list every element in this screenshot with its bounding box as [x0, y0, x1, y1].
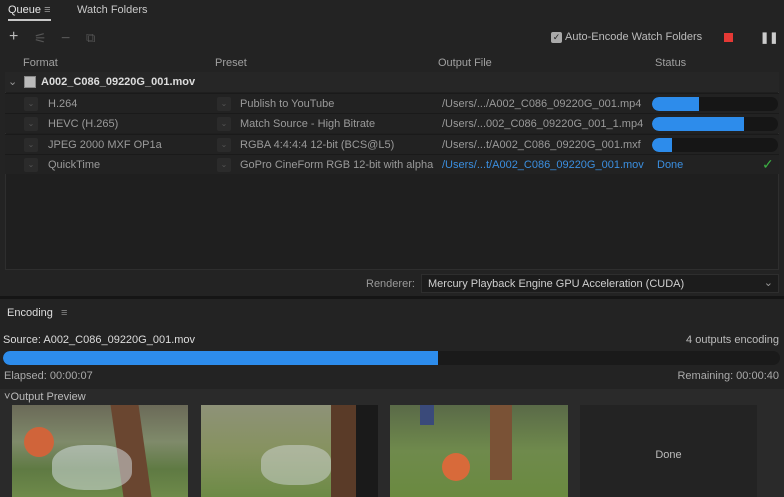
- preset-cell[interactable]: Match Source - High Bitrate: [240, 118, 375, 130]
- preset-dropdown[interactable]: ⌄: [217, 157, 231, 172]
- remove-button[interactable]: −: [61, 30, 70, 48]
- column-format[interactable]: Format: [23, 57, 58, 69]
- preview-thumbnail-2: [201, 405, 378, 497]
- output-preview-toggle[interactable]: ˅Output Preview: [4, 391, 86, 403]
- status-text: Done: [657, 158, 684, 171]
- source-row[interactable]: ⌄ A002_C086_09220G_001.mov: [5, 72, 779, 92]
- format-cell[interactable]: JPEG 2000 MXF OP1a: [48, 139, 162, 151]
- settings-icon[interactable]: ⚟: [34, 30, 47, 47]
- output-preview-label: Output Preview: [10, 391, 86, 403]
- format-dropdown[interactable]: ⌄: [24, 117, 38, 132]
- row-progress-bar: [652, 137, 778, 152]
- output-file-link[interactable]: /Users/...t/A002_C086_09220G_001.mxf: [442, 139, 641, 151]
- row-progress-fill: [652, 97, 699, 111]
- tab-queue[interactable]: Queue ≡: [8, 4, 51, 21]
- format-cell[interactable]: HEVC (H.265): [48, 118, 118, 130]
- format-cell[interactable]: QuickTime: [48, 159, 100, 171]
- preset-dropdown[interactable]: ⌄: [217, 97, 231, 111]
- tab-label: Queue: [8, 4, 42, 16]
- preview-thumbnail-1: [12, 405, 188, 497]
- done-label: Done: [655, 449, 682, 461]
- chevron-down-icon[interactable]: ⌄: [8, 75, 17, 88]
- output-row[interactable]: ⌄ HEVC (H.265) ⌄ Match Source - High Bit…: [5, 113, 779, 134]
- output-row[interactable]: ⌄ QuickTime ⌄ GoPro CineForm RGB 12-bit …: [5, 153, 779, 174]
- panel-divider[interactable]: [0, 296, 784, 299]
- column-output[interactable]: Output File: [438, 57, 492, 69]
- output-file-link[interactable]: /Users/...002_C086_09220G_001_1.mp4: [442, 118, 643, 130]
- output-row[interactable]: ⌄ H.264 ⌄ Publish to YouTube /Users/.../…: [5, 93, 779, 113]
- menu-icon[interactable]: ≡: [44, 4, 50, 16]
- row-progress-bar: [652, 97, 778, 111]
- duplicate-button[interactable]: ⧉: [86, 30, 95, 46]
- preset-dropdown[interactable]: ⌄: [217, 137, 231, 152]
- outputs-count: 4 outputs encoding: [686, 334, 779, 346]
- menu-icon[interactable]: ≡: [61, 307, 67, 319]
- auto-encode-label: Auto-Encode Watch Folders: [565, 31, 703, 43]
- row-progress-bar: [652, 117, 778, 132]
- renderer-dropdown[interactable]: Mercury Playback Engine GPU Acceleration…: [421, 274, 779, 293]
- preview-thumbnail-3: [390, 405, 568, 497]
- column-status[interactable]: Status: [655, 57, 686, 69]
- preset-dropdown[interactable]: ⌄: [217, 117, 231, 132]
- remaining-time: Remaining: 00:00:40: [677, 370, 779, 382]
- add-source-button[interactable]: +: [9, 28, 18, 46]
- output-file-link[interactable]: /Users/.../A002_C086_09220G_001.mp4: [442, 98, 641, 110]
- preset-cell[interactable]: RGBA 4:4:4:4 12-bit (BCS@L5): [240, 139, 394, 151]
- output-file-link[interactable]: /Users/...t/A002_C086_09220G_001.mov: [442, 159, 644, 171]
- auto-encode-checkbox[interactable]: ✓: [551, 32, 562, 43]
- file-icon: [24, 76, 36, 88]
- pause-button[interactable]: ❚❚: [760, 31, 778, 44]
- tab-watch-folders[interactable]: Watch Folders: [77, 4, 148, 16]
- renderer-label: Renderer:: [366, 278, 415, 290]
- check-icon: ✓: [762, 155, 774, 172]
- renderer-value: Mercury Playback Engine GPU Acceleration…: [428, 278, 685, 290]
- preset-cell[interactable]: Publish to YouTube: [240, 98, 334, 110]
- row-progress-fill: [652, 137, 673, 152]
- format-cell[interactable]: H.264: [48, 98, 77, 110]
- output-row[interactable]: ⌄ JPEG 2000 MXF OP1a ⌄ RGBA 4:4:4:4 12-b…: [5, 133, 779, 154]
- preset-cell[interactable]: GoPro CineForm RGB 12-bit with alpha: [240, 159, 433, 171]
- stop-button[interactable]: [724, 33, 733, 42]
- source-name: A002_C086_09220G_001.mov: [41, 76, 196, 88]
- preview-done-tile: Done: [580, 405, 757, 497]
- encoding-progress-bar: [3, 351, 780, 365]
- encoding-title: Encoding: [7, 307, 53, 319]
- encoding-progress-fill: [3, 351, 439, 365]
- elapsed-time: Elapsed: 00:00:07: [4, 370, 93, 382]
- format-dropdown[interactable]: ⌄: [24, 157, 38, 172]
- format-dropdown[interactable]: ⌄: [24, 97, 38, 111]
- format-dropdown[interactable]: ⌄: [24, 137, 38, 152]
- encoding-source: Source: A002_C086_09220G_001.mov: [3, 334, 196, 346]
- row-progress-fill: [652, 117, 744, 132]
- chevron-down-icon: ⌄: [763, 277, 773, 289]
- column-preset[interactable]: Preset: [215, 57, 247, 69]
